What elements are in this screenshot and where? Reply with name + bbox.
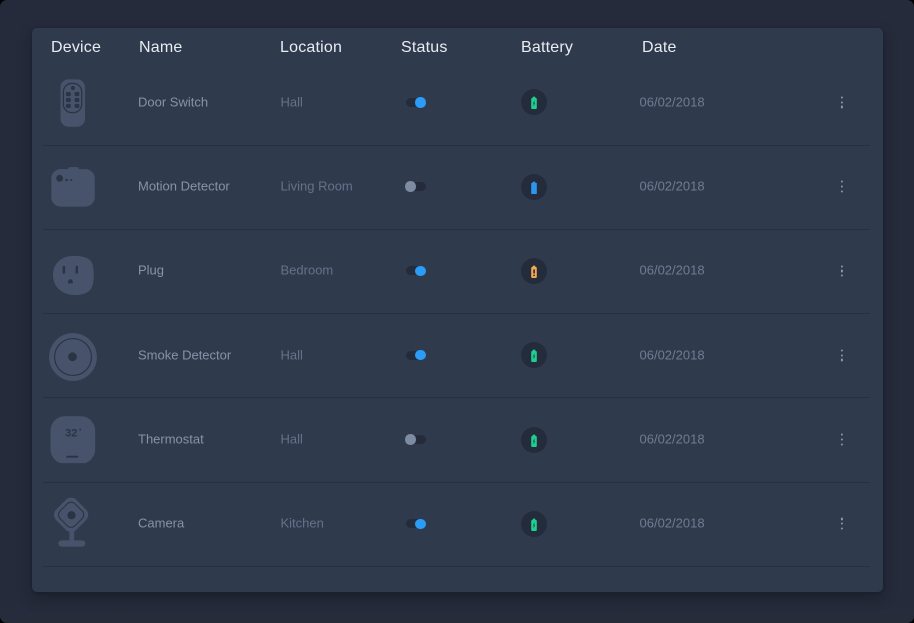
svg-text:32: 32	[65, 427, 77, 439]
